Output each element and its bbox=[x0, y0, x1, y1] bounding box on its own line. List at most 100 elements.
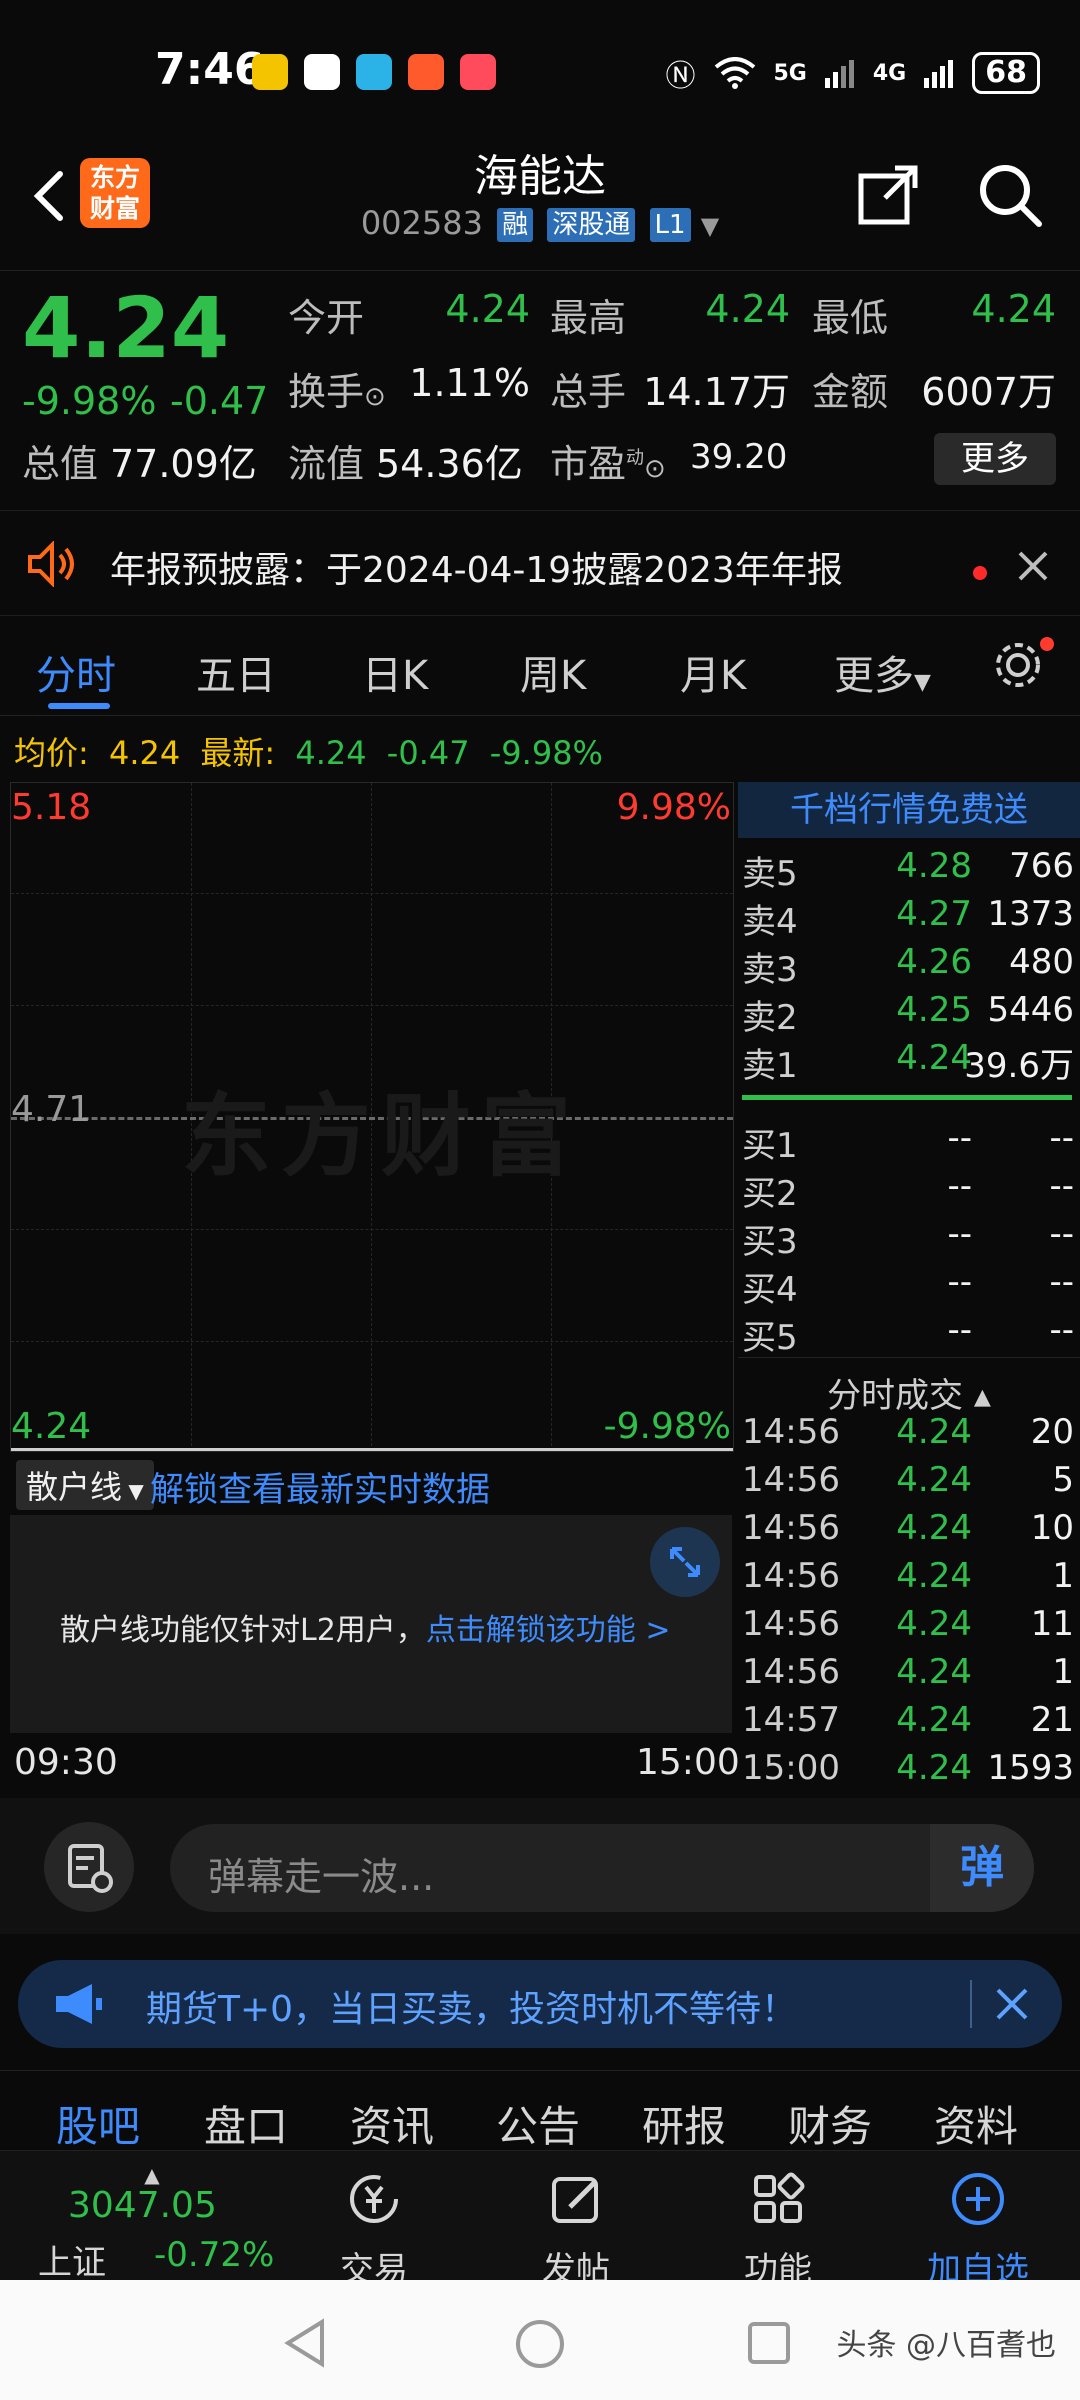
pe-label[interactable]: 市盈动⊙ bbox=[550, 433, 666, 488]
notice-text: 年报预披露：于2024-04-19披露2023年年报 bbox=[110, 550, 843, 591]
tab-announcement[interactable]: 公告 bbox=[496, 2093, 580, 2154]
connect-tag: 深股通 bbox=[547, 208, 636, 242]
tab-intraday[interactable]: 分时 bbox=[36, 643, 116, 701]
order-book-separator bbox=[742, 1095, 1072, 1100]
search-icon[interactable] bbox=[975, 160, 1045, 230]
sell-row-5: 卖5 4.28 766 bbox=[742, 846, 1074, 894]
tick-row: 14:57 4.24 21 bbox=[742, 1700, 1074, 1740]
sell-row-2: 卖2 4.25 5446 bbox=[742, 990, 1074, 1038]
sell-row-1: 卖1 4.24 39.6万 bbox=[742, 1038, 1074, 1086]
tab-handicap[interactable]: 盘口 bbox=[204, 2093, 288, 2154]
recent-apps-icon[interactable] bbox=[746, 2320, 792, 2366]
back-triangle-icon[interactable] bbox=[282, 2318, 330, 2368]
retail-line-bar: 散户线 ▼ 解锁查看最新实时数据 bbox=[10, 1452, 732, 1512]
low-label: 最低 bbox=[812, 296, 889, 340]
retail-msg: 散户线功能仅针对L2用户， bbox=[60, 1613, 426, 1648]
last-value: 4.24 bbox=[295, 734, 367, 772]
danmaku-settings-icon bbox=[68, 1844, 113, 1893]
margin-tag: 融 bbox=[497, 208, 534, 242]
bottom-pct-label: -9.98% bbox=[603, 1406, 731, 1447]
last-price: 4.24 bbox=[22, 279, 230, 377]
index-value: 3047.05 bbox=[68, 2185, 217, 2226]
edit-icon bbox=[552, 2177, 598, 2223]
source-signature: 头条 @八百耆也 bbox=[836, 2328, 1056, 2363]
order-book-promo[interactable]: 千档行情免费送 bbox=[738, 782, 1080, 838]
nfc-icon: Ⓝ bbox=[665, 59, 696, 94]
notice-bar[interactable]: 年报预披露：于2024-04-19披露2023年年报 bbox=[0, 510, 1080, 616]
buy-row-5: 买5 -- -- bbox=[742, 1310, 1074, 1358]
tab-profile[interactable]: 资料 bbox=[934, 2093, 1018, 2154]
share-icon[interactable] bbox=[855, 162, 921, 228]
ticks-title[interactable]: 分时成交 ▴ bbox=[738, 1357, 1080, 1417]
danmaku-input[interactable]: 弹幕走一波... 弹 bbox=[170, 1824, 1034, 1912]
gear-icon[interactable] bbox=[990, 637, 1046, 693]
unlock-realtime-link[interactable]: 解锁查看最新实时数据 bbox=[150, 1462, 490, 1511]
turnover-value: 1.11% bbox=[409, 361, 530, 405]
avg-label: 均价: bbox=[14, 734, 89, 772]
price-line bbox=[11, 1448, 733, 1451]
close-icon[interactable] bbox=[994, 1986, 1030, 2022]
signal-icon-2 bbox=[924, 60, 954, 88]
tab-news[interactable]: 资讯 bbox=[350, 2093, 434, 2154]
close-icon[interactable] bbox=[1016, 549, 1050, 583]
nav-add-watchlist[interactable]: 加自选 bbox=[918, 2171, 1038, 2291]
nav-post[interactable]: 发帖 bbox=[516, 2171, 636, 2291]
chart-tabs: 分时 五日 日K 周K 月K 更多▼ bbox=[0, 615, 1080, 716]
home-app-icon bbox=[304, 54, 340, 90]
bottom-price-label: 4.24 bbox=[11, 1406, 92, 1447]
danmaku-bar: 弹幕走一波... 弹 bbox=[0, 1798, 1080, 1934]
top-price-label: 5.18 bbox=[11, 787, 92, 828]
unread-dot bbox=[973, 566, 987, 580]
more-button[interactable]: 更多 bbox=[934, 433, 1056, 485]
up-arrow-icon: ▲ bbox=[144, 2163, 160, 2187]
tab-five-day[interactable]: 五日 bbox=[196, 643, 276, 701]
index-name: 上证 bbox=[38, 2243, 106, 2283]
amount-value: 6007万 bbox=[921, 370, 1056, 414]
retail-line-panel: 散户线功能仅针对L2用户，点击解锁该功能 > bbox=[10, 1515, 732, 1733]
promo-banner[interactable]: 期货T+0，当日买卖，投资时机不等待！ bbox=[18, 1960, 1062, 2048]
content-tabs: 股吧 盘口 资讯 公告 研报 财务 资料 bbox=[0, 2070, 1080, 2151]
last-label: 最新: bbox=[200, 734, 276, 772]
avg-price-line: 均价: 4.24 最新: 4.24 -0.47 -9.98% bbox=[14, 728, 613, 774]
mid-price-label: 4.71 bbox=[11, 1089, 92, 1130]
tab-weekly-k[interactable]: 周K bbox=[520, 643, 586, 701]
expand-button[interactable] bbox=[650, 1527, 720, 1597]
grid-icon bbox=[754, 2172, 805, 2223]
megaphone-icon bbox=[56, 1984, 102, 2024]
tick-row: 14:56 4.24 11 bbox=[742, 1604, 1074, 1644]
tab-research[interactable]: 研报 bbox=[642, 2093, 726, 2154]
tab-forum[interactable]: 股吧 bbox=[56, 2093, 140, 2154]
intraday-chart[interactable]: 东方财富 5.18 9.98% 4.71 4.24 -9.98% bbox=[10, 782, 734, 1452]
danmaku-settings-button[interactable] bbox=[44, 1822, 134, 1912]
chg-value: -0.47 bbox=[386, 734, 470, 772]
tick-row: 14:56 4.24 1 bbox=[742, 1652, 1074, 1692]
tab-more[interactable]: 更多▼ bbox=[834, 643, 931, 701]
plus-circle-icon bbox=[952, 2173, 1004, 2225]
level-tag: L1 bbox=[649, 208, 691, 242]
buy-row-1: 买1 -- -- bbox=[742, 1118, 1074, 1166]
tab-finance[interactable]: 财务 bbox=[788, 2093, 872, 2154]
pe-value: 39.20 bbox=[690, 437, 788, 477]
tab-daily-k[interactable]: 日K bbox=[362, 643, 428, 701]
danmaku-send-button[interactable]: 弹 bbox=[930, 1824, 1034, 1912]
open-label: 今开 bbox=[288, 296, 365, 340]
tick-row: 15:00 4.24 1593 bbox=[742, 1748, 1074, 1788]
home-circle-icon[interactable] bbox=[514, 2318, 566, 2370]
weibo-app-icon bbox=[252, 54, 288, 90]
retail-line-select[interactable]: 散户线 ▼ bbox=[16, 1460, 154, 1510]
turnover-label[interactable]: 换手⊙ bbox=[288, 361, 386, 416]
index-ticker[interactable]: ▲ 3047.05 上证 -0.72% bbox=[22, 2163, 282, 2283]
float-value: 54.36亿 bbox=[376, 442, 523, 486]
nav-functions[interactable]: 功能 bbox=[718, 2171, 838, 2291]
sell-row-4: 卖4 4.27 1373 bbox=[742, 894, 1074, 942]
low-value: 4.24 bbox=[971, 287, 1056, 331]
volume-value: 14.17万 bbox=[643, 370, 790, 414]
quote-panel: 4.24 -9.98% -0.47 今开 4.24 最高 4.24 最低 4.2… bbox=[0, 270, 1080, 511]
tick-row: 14:56 4.24 20 bbox=[742, 1412, 1074, 1452]
change-pct: -9.98% bbox=[22, 379, 157, 423]
nav-trade[interactable]: 交易 bbox=[314, 2171, 434, 2291]
shop-app-icon bbox=[460, 54, 496, 90]
mktcap-label: 总值 bbox=[22, 442, 99, 486]
tab-monthly-k[interactable]: 月K bbox=[680, 643, 746, 701]
unlock-feature-link[interactable]: 点击解锁该功能 > bbox=[426, 1613, 671, 1648]
